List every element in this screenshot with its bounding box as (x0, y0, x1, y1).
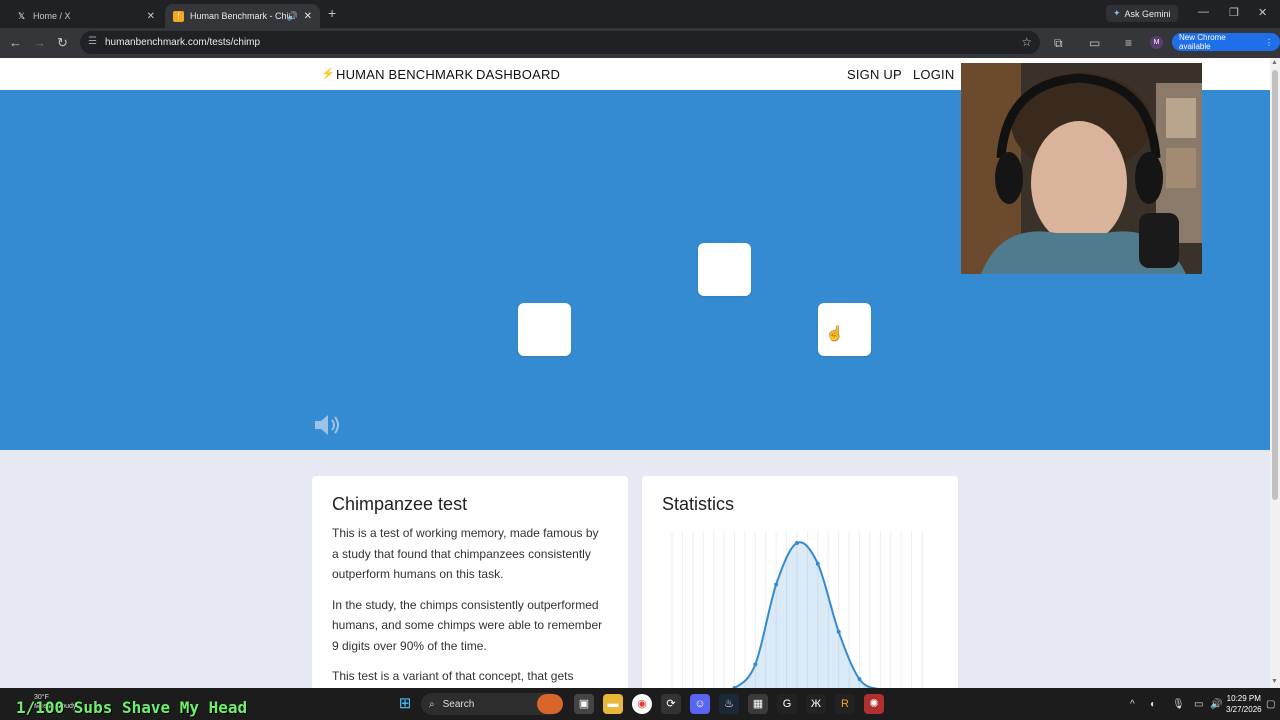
url-text[interactable]: humanbenchmark.com/tests/chimp (105, 37, 260, 48)
brand-link[interactable]: HUMAN BENCHMARK (336, 67, 473, 82)
ask-gemini-label: Ask Gemini (1124, 8, 1171, 19)
distribution-point (795, 541, 799, 545)
app-icon[interactable]: ⟳ (661, 694, 681, 714)
menu-dots-icon[interactable]: ⋮ (1265, 38, 1273, 47)
distribution-point (774, 582, 779, 587)
info-paragraph: This test is a variant of that concept, … (332, 669, 574, 683)
tray-chevron-icon[interactable]: ^ (1130, 699, 1135, 710)
minimize-icon[interactable]: — (1198, 6, 1209, 18)
page-scrollbar[interactable]: ▲ ▼ (1270, 58, 1280, 688)
login-link[interactable]: LOGIN (913, 67, 954, 82)
search-placeholder: Search (442, 698, 475, 710)
chrome-icon[interactable]: ◉ (632, 694, 652, 714)
clock-time: 10:29 PM (1226, 694, 1261, 703)
bolt-icon: ! (173, 10, 184, 22)
distribution-area (672, 542, 922, 691)
maximize-icon[interactable]: ❐ (1229, 6, 1239, 19)
update-chrome-button[interactable]: New Chrome available ⋮ (1172, 33, 1280, 51)
info-card: Chimpanzee test This is a test of workin… (312, 476, 628, 706)
stream-overlay-text: 1/100 Subs Shave My Head (16, 698, 248, 717)
browser-toolbar: ← → ↻ ☰ humanbenchmark.com/tests/chimp ☆… (0, 28, 1280, 58)
microphone-icon[interactable]: 🎙 (1172, 699, 1185, 710)
search-icon: ⌕ (429, 698, 435, 710)
gemini-sparkle-icon: ✦ (1113, 8, 1121, 18)
clock-date: 3/27/2026 (1226, 705, 1262, 714)
info-paragraph: This is a test of working memory, made f… (332, 526, 599, 581)
info-card-title: Chimpanzee test (332, 494, 468, 514)
ask-gemini-button[interactable]: ✦ Ask Gemini (1106, 5, 1178, 22)
search-highlight-icon[interactable] (537, 694, 563, 714)
system-clock[interactable]: 10:29 PM 3/27/2026 (1226, 693, 1262, 715)
profile-avatar[interactable]: M (1150, 36, 1163, 49)
signup-link[interactable]: SIGN UP (847, 67, 902, 82)
windows-start-icon[interactable]: ⊞ (395, 694, 415, 714)
webcam-feed-image (961, 63, 1202, 274)
memory-tile[interactable] (698, 243, 751, 296)
distribution-point (857, 677, 862, 682)
dashboard-link[interactable]: DASHBOARD (476, 67, 560, 82)
extensions-icon[interactable]: ⧉ (1054, 36, 1063, 51)
address-bar[interactable]: ☰ humanbenchmark.com/tests/chimp ☆ (80, 31, 1040, 54)
calculator-icon[interactable]: ▦ (748, 694, 768, 714)
media-control-icon[interactable]: ≡ (1125, 36, 1132, 50)
app-icon[interactable]: ✺ (864, 694, 884, 714)
bookmark-star-icon[interactable]: ☆ (1021, 35, 1032, 49)
tab-human-benchmark[interactable]: ! Human Benchmark - Chimp 🔊 ✕ (165, 4, 320, 28)
volume-icon[interactable] (313, 413, 343, 437)
hand-cursor-icon: ☝ (826, 325, 844, 341)
speaker-icon[interactable]: 🔊 (287, 11, 298, 22)
scroll-up-arrow-icon[interactable]: ▲ (1271, 59, 1278, 66)
tab-title: Home / X (33, 11, 71, 21)
bolt-logo-icon: ⚡ (321, 68, 335, 80)
cast-icon[interactable]: ▭ (1089, 36, 1100, 50)
new-tab-button[interactable]: + (328, 5, 336, 21)
close-window-icon[interactable]: ✕ (1258, 6, 1267, 19)
forward-arrow-icon[interactable]: → (33, 35, 46, 50)
scroll-down-arrow-icon[interactable]: ▼ (1271, 678, 1278, 685)
x-logo-icon: 𝕏 (17, 10, 26, 21)
reload-icon[interactable]: ↻ (57, 35, 68, 51)
tab-strip: 𝕏 Home / X ✕ ! Human Benchmark - Chimp 🔊… (0, 0, 1280, 28)
close-tab-icon[interactable]: ✕ (304, 11, 312, 22)
notification-icon[interactable]: ▢ (1266, 699, 1275, 710)
distribution-point (836, 629, 841, 634)
app-icon[interactable]: Ж (806, 694, 826, 714)
tab-home-x[interactable]: 𝕏 Home / X ✕ (8, 4, 163, 28)
app-icon[interactable]: R (835, 694, 855, 714)
tab-title: Human Benchmark - Chimp (190, 11, 288, 21)
info-paragraph: In the study, the chimps consistently ou… (332, 597, 603, 653)
distribution-point (753, 662, 758, 667)
file-explorer-icon[interactable]: ▬ (603, 694, 623, 714)
back-arrow-icon[interactable]: ← (9, 35, 22, 50)
volume-tray-icon[interactable]: 🔊 (1210, 699, 1222, 710)
distribution-point (815, 561, 820, 566)
statistics-title: Statistics (662, 494, 735, 514)
statistics-chart (671, 531, 923, 691)
steam-icon[interactable]: ♨ (719, 694, 739, 714)
webcam-overlay (961, 63, 1202, 274)
statistics-card: Statistics (642, 476, 958, 706)
app-icon[interactable]: G (777, 694, 797, 714)
scrollbar-thumb[interactable] (1272, 70, 1278, 500)
tray-app-icon[interactable]: ◐ (1150, 699, 1156, 710)
discord-icon[interactable]: ☺ (690, 694, 710, 714)
close-tab-icon[interactable]: ✕ (147, 11, 155, 22)
update-chrome-label: New Chrome available (1179, 33, 1226, 51)
task-view-icon[interactable]: ▣ (574, 694, 594, 714)
site-info-icon[interactable]: ☰ (88, 36, 97, 47)
network-icon[interactable]: ▭ (1194, 699, 1203, 710)
memory-tile[interactable] (518, 303, 571, 356)
